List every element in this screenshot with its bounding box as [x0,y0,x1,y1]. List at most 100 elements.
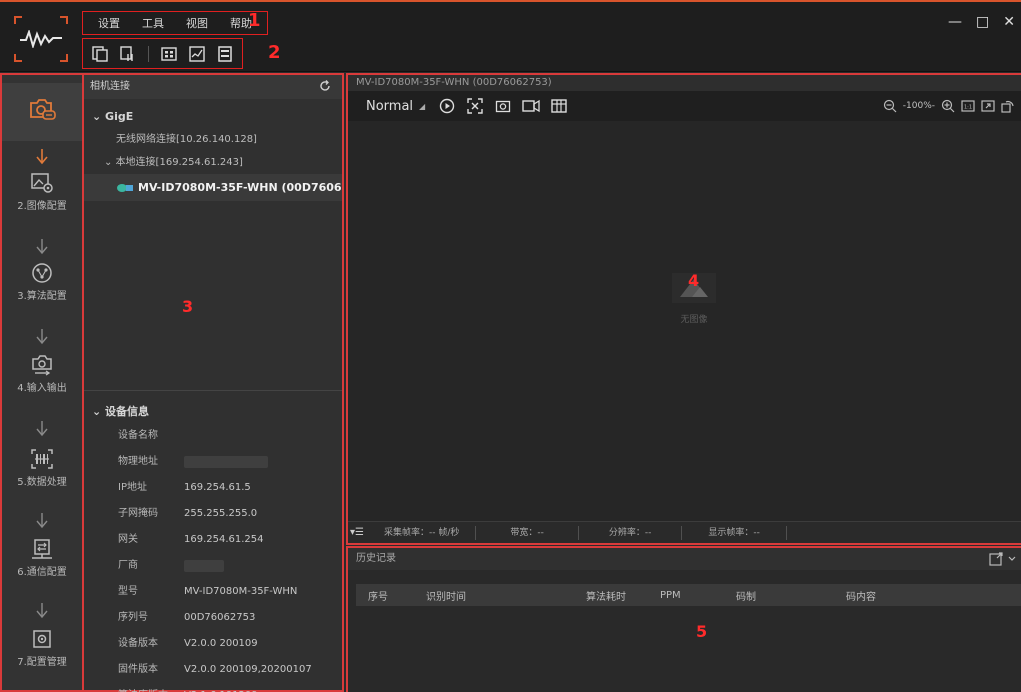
column-header[interactable]: 识别时间 [414,588,574,603]
main-toolbar [82,38,243,69]
zoom-out-icon[interactable] [883,99,897,113]
status-menu-icon[interactable]: ▾☰ [348,527,368,538]
algorithm-config-icon [32,263,52,283]
redacted-value [184,456,268,468]
play-icon [440,98,455,114]
close-icon[interactable]: ✕ [1003,14,1015,30]
info-row: 序列号 00D76062753 [118,612,256,623]
workflow-nav: 2.图像配置 3.算法配置 4.输入输出 5.数据处理 6.通信配置 7.配置管… [0,73,84,692]
toolbar-separator [148,45,149,62]
camera-icon [496,100,511,113]
info-row: 物理地址 [84,449,340,475]
column-header[interactable]: 算法耗时 [574,588,648,603]
nav-step-comm-config[interactable]: 6.通信配置 [2,537,82,578]
batch-device-button[interactable] [116,43,140,65]
export-icon[interactable] [989,551,1017,567]
image-panel: MV-ID7080M-35F-WHN (00D76062753) Normal … [346,73,1021,545]
minimize-icon[interactable]: — [948,14,962,30]
menu-tools[interactable]: 工具 [131,15,175,31]
device-info-title[interactable]: ⌄ 设备信息 [84,401,340,423]
add-device-button[interactable] [88,43,112,65]
window-controls: — □ ✕ [948,14,1015,30]
logo-corner [60,54,68,62]
status-bar: ▾☰ 采集帧率：-- 帧/秒 带宽：-- 分辨率：-- 显示帧率：-- [348,521,1021,543]
device-tree: ⌄ GigE 无线网络连接[10.26.140.128] ⌄ 本地连接[169.… [84,105,342,201]
nav-step-image-config[interactable]: 2.图像配置 [2,171,82,212]
info-row: 子网掩码 255.255.255.0 [118,508,258,519]
info-row: IP地址 169.254.61.5 [118,482,251,493]
maximize-icon[interactable]: □ [976,14,989,30]
column-header[interactable]: 码内容 [834,588,954,603]
zoom-in-icon[interactable] [941,99,955,113]
logo-corner [60,16,68,24]
nav-step-label: 5.数据处理 [17,477,67,488]
snapshot-button[interactable] [491,96,515,116]
record-button[interactable] [519,96,543,116]
nav-step-camera-connect[interactable] [2,83,82,141]
panel-divider [84,390,342,391]
annotation-3: 3 [182,297,194,316]
grid-button[interactable] [547,96,571,116]
nav-step-config-manage[interactable]: 7.配置管理 [2,629,82,668]
history-panel: 历史记录 序号 识别时间 算法耗时 PPM 码制 码内容 5 [346,546,1021,692]
annotation-2: 2 [268,42,281,63]
accent-line [0,0,1021,2]
nav-step-io[interactable]: 4.输入输出 [2,353,82,394]
column-header[interactable]: PPM [648,590,724,601]
add-device-icon [92,45,108,62]
step-arrow-icon [36,513,48,529]
column-header[interactable]: 序号 [356,588,414,603]
chevron-down-icon: ⌄ [104,157,116,168]
step-arrow-icon [36,149,48,165]
config-manage-icon [33,630,51,648]
dropdown-corner-icon: ◢ [419,101,426,111]
tree-node-wireless[interactable]: 无线网络连接[10.26.140.128] [84,128,342,151]
nav-step-data-process[interactable]: 5.数据处理 [2,447,82,488]
annotation-1: 1 [248,10,261,31]
step-arrow-icon [36,603,48,619]
info-row: 设备版本 V2.0.0 200109 [118,638,258,649]
save-button[interactable] [213,43,237,65]
nav-step-label: 7.配置管理 [17,657,67,668]
nav-step-label: 3.算法配置 [17,291,67,302]
refresh-icon[interactable] [318,79,332,93]
image-panel-caption: MV-ID7080M-35F-WHN (00D76062753) [348,75,1021,91]
logo-wave-icon [20,30,62,48]
no-image-text: 无图像 [680,315,708,325]
info-row: 厂商 [84,553,340,579]
rotate-icon[interactable] [1001,99,1015,113]
play-button[interactable] [435,96,459,116]
info-row: 网关 169.254.61.254 [118,534,264,545]
camera-device-icon [117,184,133,192]
grid-icon [551,99,567,113]
menu-view[interactable]: 视图 [175,15,219,31]
status-bandwidth: 带宽：-- [476,525,579,540]
tree-node-gige[interactable]: ⌄ GigE [84,105,342,128]
save-icon [218,45,232,62]
layout-icon [161,46,177,61]
fit-window-icon[interactable] [981,99,995,113]
info-row: 固件版本 V2.0.0 200109,20200107 [118,664,312,675]
view-mode-select[interactable]: Normal [366,99,413,114]
info-row: 算法库版本V2.1.6.191209 [84,683,340,692]
video-icon [522,99,540,113]
chart-button[interactable] [185,43,209,65]
title-bar: 设置 工具 视图 帮助 1 2 — □ ✕ [0,0,1021,72]
annotation-5: 5 [696,622,708,641]
menu-settings[interactable]: 设置 [87,15,131,31]
step-arrow-icon [36,239,48,255]
crosshair-button[interactable] [463,96,487,116]
column-header[interactable]: 码制 [724,588,834,603]
layout-button[interactable] [157,43,181,65]
history-title: 历史记录 [356,553,396,564]
history-header: 历史记录 [348,548,1021,570]
status-capture-fps: 采集帧率：-- 帧/秒 [368,525,477,540]
tree-node-local[interactable]: ⌄ 本地连接[169.254.61.243] [84,151,342,174]
step-arrow-icon [36,329,48,345]
tree-node-device[interactable]: MV-ID7080M-35F-WHN (00D7606... [84,174,342,201]
nav-step-algorithm-config[interactable]: 3.算法配置 [2,261,82,302]
svg-text:1:1: 1:1 [964,105,972,111]
view-toolbar: Normal ◢ -100%- 1:1 [348,91,1021,121]
actual-size-icon[interactable]: 1:1 [961,99,975,113]
logo-corner [14,16,22,24]
